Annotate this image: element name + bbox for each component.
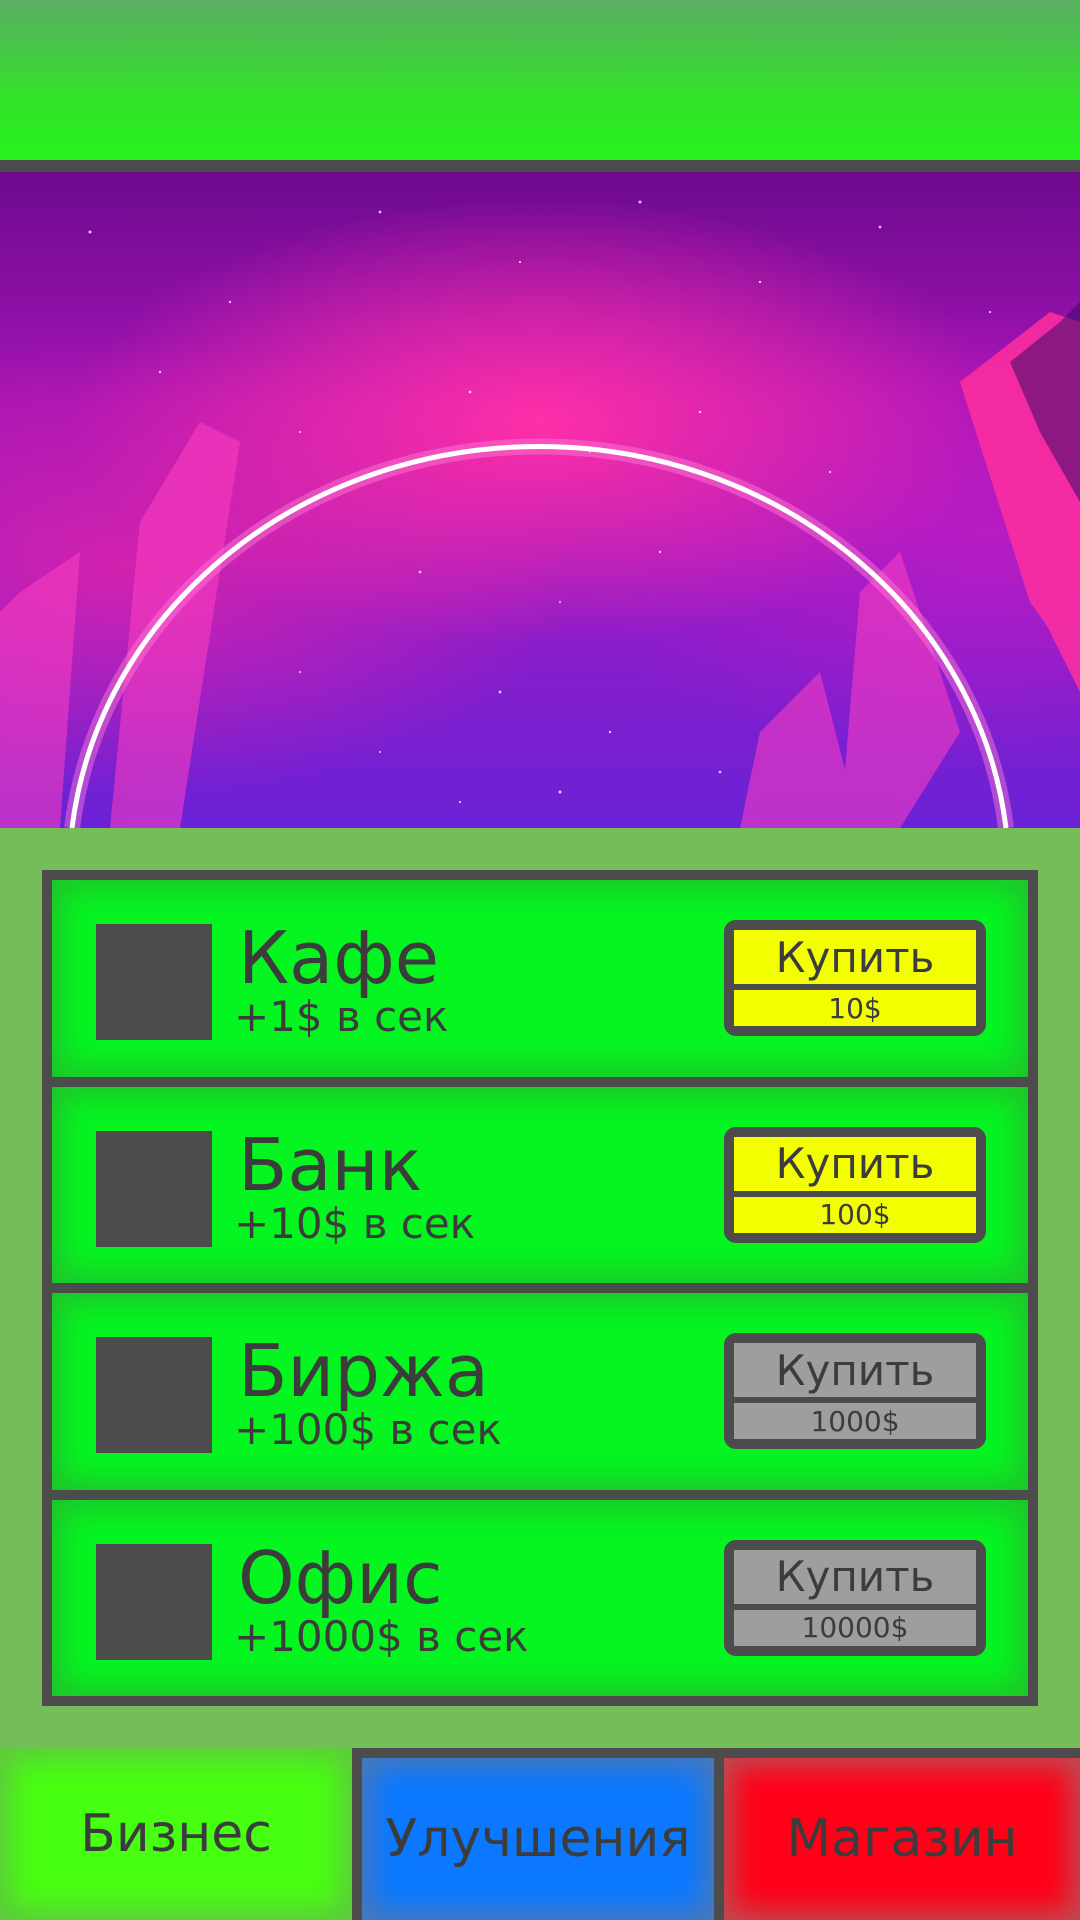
buy-price: 100$ — [734, 1196, 976, 1233]
business-title: Офис — [238, 1535, 443, 1620]
tab-business[interactable]: Бизнес — [0, 1748, 352, 1920]
tab-upgrades[interactable]: Улучшения — [352, 1748, 724, 1920]
buy-button-office[interactable]: Купить 10000$ — [724, 1539, 986, 1656]
business-row-bank: Банк +10$ в сек Купить 100$ — [52, 1086, 1028, 1283]
buy-label: Купить — [734, 930, 976, 984]
buy-button-cafe[interactable]: Купить 10$ — [724, 920, 986, 1036]
business-income: +100$ в сек — [234, 1405, 502, 1454]
business-list: Кафе +1$ в сек Купить 10$ Банк +10$ в се… — [42, 870, 1038, 1706]
buy-button-bank[interactable]: Купить 100$ — [724, 1126, 986, 1243]
banner-image — [0, 172, 1080, 828]
business-title: Банк — [238, 1122, 423, 1207]
buy-price: 1000$ — [734, 1403, 976, 1439]
business-title: Кафе — [238, 916, 440, 1000]
business-title: Биржа — [238, 1329, 489, 1413]
tab-shop[interactable]: Магазин — [724, 1748, 1080, 1920]
buy-price: 10$ — [734, 990, 976, 1026]
business-icon-placeholder — [96, 924, 212, 1040]
business-icon-placeholder — [96, 1130, 212, 1247]
business-income: +1$ в сек — [234, 992, 449, 1041]
business-row-exchange: Биржа +100$ в сек Купить 1000$ — [52, 1293, 1028, 1490]
top-divider — [0, 160, 1080, 172]
buy-price: 10000$ — [734, 1609, 976, 1646]
business-icon-placeholder — [96, 1543, 212, 1660]
neon-ring-illustration — [0, 200, 1080, 828]
business-icon-placeholder — [96, 1337, 212, 1453]
buy-label: Купить — [734, 1343, 976, 1397]
bottom-nav: Бизнес Улучшения Магазин — [0, 1748, 1080, 1920]
business-income: +1000$ в сек — [234, 1611, 529, 1661]
business-income: +10$ в сек — [234, 1198, 476, 1248]
business-row-office: Офис +1000$ в сек Купить 10000$ — [52, 1499, 1028, 1696]
top-bar — [0, 0, 1080, 160]
business-row-cafe: Кафе +1$ в сек Купить 10$ — [52, 880, 1028, 1077]
buy-label: Купить — [734, 1549, 976, 1604]
buy-button-exchange[interactable]: Купить 1000$ — [724, 1333, 986, 1449]
buy-label: Купить — [734, 1136, 976, 1191]
